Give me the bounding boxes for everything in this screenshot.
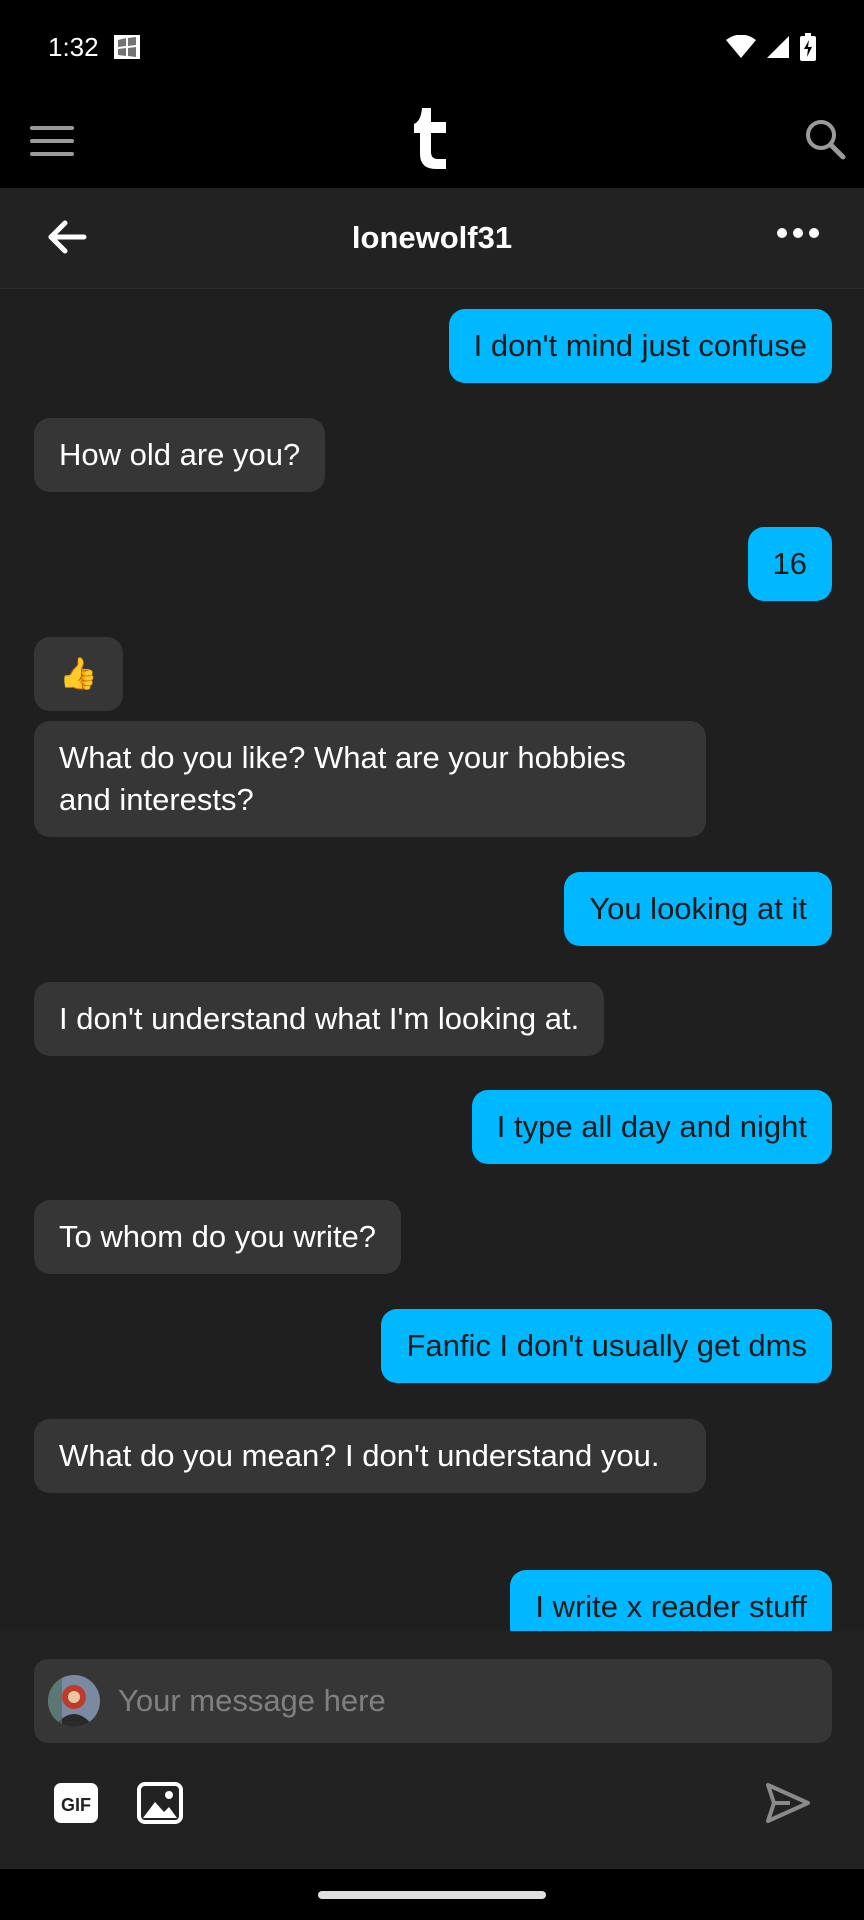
status-bar: 1:32 — [0, 0, 864, 94]
sent-message[interactable]: You looking at it — [564, 872, 832, 946]
received-message[interactable]: To whom do you write? — [34, 1200, 402, 1274]
image-icon[interactable] — [136, 1781, 184, 1825]
battery-icon — [800, 33, 816, 61]
search-icon[interactable] — [804, 118, 846, 160]
app-bar — [0, 94, 864, 188]
conversation-title[interactable]: lonewolf31 — [0, 188, 864, 288]
sent-message[interactable]: I don't mind just confuse — [448, 309, 832, 383]
tumblr-logo-icon[interactable] — [412, 108, 452, 170]
wifi-icon — [726, 35, 756, 58]
sent-message[interactable]: I type all day and night — [471, 1090, 832, 1164]
home-gesture-handle[interactable] — [318, 1891, 546, 1899]
more-options-icon[interactable] — [776, 226, 820, 240]
message-input-placeholder: Your message here — [118, 1683, 386, 1718]
conversation-header: lonewolf31 — [0, 188, 864, 289]
message-list[interactable]: I don't mind just confuse How old are yo… — [0, 289, 864, 1631]
sent-message[interactable]: Fanfic I don't usually get dms — [381, 1309, 832, 1383]
sent-message[interactable]: I write x reader stuff — [510, 1570, 832, 1631]
received-message[interactable]: How old are you? — [34, 418, 326, 492]
signal-icon — [767, 36, 789, 58]
message-composer: Your message here GIF — [0, 1631, 864, 1869]
message-input[interactable]: Your message here — [34, 1659, 832, 1743]
avatar — [48, 1675, 100, 1727]
received-message[interactable]: I don't understand what I'm looking at. — [34, 982, 605, 1056]
gif-icon[interactable]: GIF — [52, 1781, 100, 1825]
notification-icon — [113, 35, 140, 59]
received-message[interactable]: What do you mean? I don't understand you… — [34, 1419, 706, 1493]
send-icon[interactable] — [764, 1779, 812, 1827]
hamburger-menu-icon[interactable] — [30, 124, 74, 158]
gif-label: GIF — [61, 1795, 91, 1815]
received-message[interactable]: What do you like? What are your hobbies … — [34, 721, 706, 837]
status-time: 1:32 — [48, 31, 99, 62]
received-message[interactable]: 👍 — [34, 637, 123, 711]
sent-message[interactable]: 16 — [747, 527, 832, 601]
system-nav-bar — [0, 1869, 864, 1920]
